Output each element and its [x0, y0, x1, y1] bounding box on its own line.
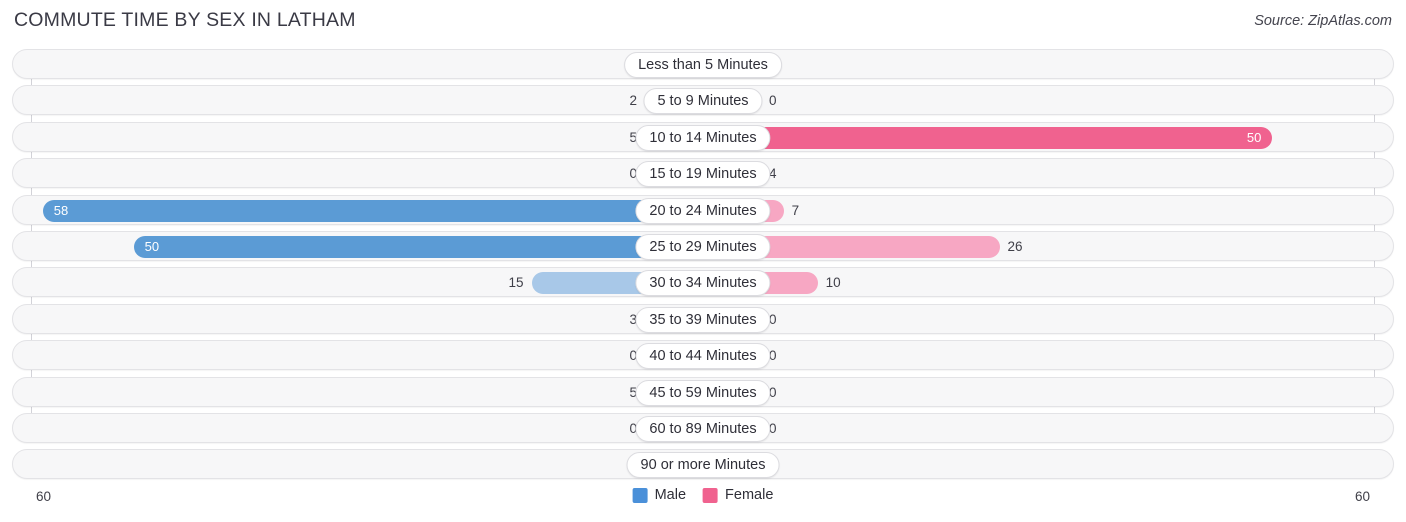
- male-bar[interactable]: 58: [42, 199, 702, 222]
- chart-root: COMMUTE TIME BY SEX IN LATHAM Source: Zi…: [0, 0, 1406, 522]
- table-row[interactable]: 0090 or more Minutes: [12, 449, 1394, 480]
- category-label: 15 to 19 Minutes: [635, 161, 771, 188]
- source-attribution: Source: ZipAtlas.com: [1254, 13, 1392, 29]
- category-label: 60 to 89 Minutes: [635, 416, 771, 442]
- row-inner: 3 0 35 to 39 Minutes: [13, 305, 1393, 333]
- female-value: 10: [825, 275, 841, 291]
- female-value-inside: 50: [1246, 129, 1262, 145]
- row-inner: 5 0 45 to 59 Minutes: [13, 378, 1393, 406]
- male-value-inside: 50: [144, 239, 160, 254]
- table-row[interactable]: 50 26 25 to 29 Minutes: [12, 231, 1394, 261]
- category-label: Less than 5 Minutes: [624, 52, 782, 78]
- axis-label-right: 60: [1354, 489, 1370, 504]
- table-row[interactable]: 58 7 20 to 24 Minutes: [12, 194, 1394, 225]
- row-inner: 05Less than 5 Minutes: [13, 50, 1393, 78]
- legend-item[interactable]: Female: [703, 487, 773, 503]
- category-label: 40 to 44 Minutes: [635, 343, 771, 370]
- category-label: 45 to 59 Minutes: [635, 379, 771, 406]
- female-value: 7: [791, 202, 800, 218]
- legend: Male Female: [632, 487, 773, 503]
- row-inner: 2 0 5 to 9 Minutes: [13, 86, 1393, 115]
- category-label: 90 or more Minutes: [626, 452, 780, 479]
- row-inner: 58 7 20 to 24 Minutes: [13, 196, 1393, 224]
- category-label: 35 to 39 Minutes: [635, 306, 771, 333]
- row-inner: 0090 or more Minutes: [13, 450, 1393, 479]
- legend-label: Female: [725, 487, 774, 503]
- table-row[interactable]: 5 0 45 to 59 Minutes: [12, 376, 1394, 407]
- page-title: COMMUTE TIME BY SEX IN LATHAM: [14, 9, 356, 31]
- female-bar[interactable]: 50: [704, 126, 1273, 149]
- table-row[interactable]: 15 10 30 to 34 Minutes: [12, 267, 1394, 298]
- table-row[interactable]: 3 0 35 to 39 Minutes: [12, 303, 1394, 334]
- table-row[interactable]: 2 0 5 to 9 Minutes: [12, 85, 1394, 116]
- legend-swatch-icon: [632, 487, 648, 503]
- category-label: 30 to 34 Minutes: [635, 270, 771, 297]
- male-value: 2: [629, 93, 637, 109]
- row-inner: 0 0 60 to 89 Minutes: [13, 414, 1393, 442]
- row-inner: 15 10 30 to 34 Minutes: [13, 268, 1393, 297]
- table-row[interactable]: 05Less than 5 Minutes: [12, 49, 1394, 79]
- axis-label-left: 60: [36, 489, 52, 504]
- legend-swatch-icon: [703, 487, 719, 503]
- category-label: 25 to 29 Minutes: [635, 234, 771, 260]
- table-row[interactable]: 0 4 15 to 19 Minutes: [12, 158, 1394, 189]
- male-value-inside: 58: [53, 202, 69, 218]
- table-row[interactable]: 0 0 60 to 89 Minutes: [12, 413, 1394, 443]
- table-row[interactable]: 5 50 10 to 14 Minutes: [12, 121, 1394, 152]
- row-inner: 50 26 25 to 29 Minutes: [13, 232, 1393, 260]
- female-value: 26: [1007, 239, 1023, 254]
- female-value: 0: [769, 93, 777, 109]
- male-bar[interactable]: 50: [133, 236, 702, 258]
- plot-area: 05Less than 5 Minutes205 to 9 Minutes550…: [0, 49, 1406, 486]
- legend-item[interactable]: Male: [632, 487, 687, 503]
- male-value: 15: [508, 275, 524, 291]
- category-label: 20 to 24 Minutes: [635, 197, 771, 224]
- category-label: 10 to 14 Minutes: [635, 124, 771, 151]
- legend-label: Male: [654, 487, 687, 503]
- table-row[interactable]: 0 0 40 to 44 Minutes: [12, 340, 1394, 371]
- row-inner: 0 4 15 to 19 Minutes: [13, 159, 1393, 188]
- category-label: 5 to 9 Minutes: [643, 88, 763, 115]
- row-inner: 0 0 40 to 44 Minutes: [13, 341, 1393, 370]
- row-inner: 5 50 10 to 14 Minutes: [13, 123, 1393, 151]
